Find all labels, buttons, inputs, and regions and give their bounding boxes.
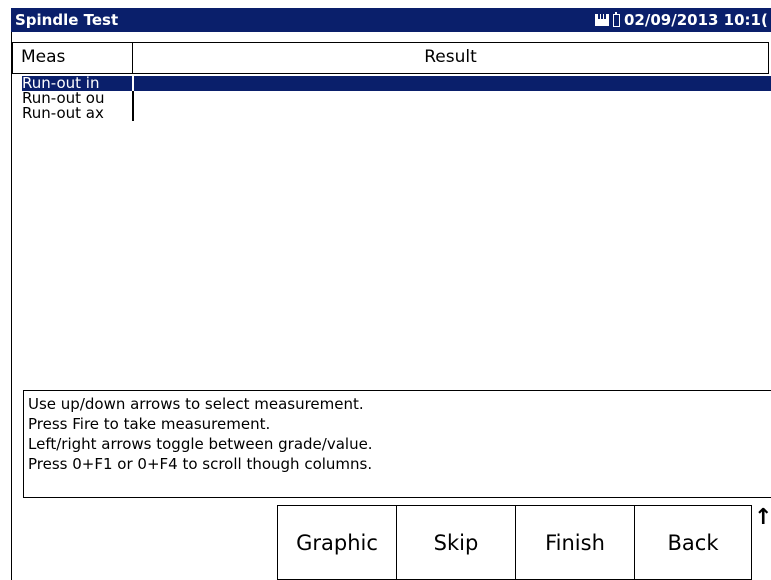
finish-button[interactable]: Finish <box>515 505 635 580</box>
column-separator <box>132 106 134 121</box>
help-line: Press 0+F1 or 0+F4 to scroll though colu… <box>28 455 373 473</box>
meas-cell: Run-out ou <box>22 91 105 106</box>
help-line: Left/right arrows toggle between grade/v… <box>28 435 373 453</box>
help-panel: Use up/down arrows to select measurement… <box>23 390 771 498</box>
back-button[interactable]: Back <box>634 505 752 580</box>
table-row[interactable]: Run-out ou <box>22 91 771 106</box>
window-title: Spindle Test <box>15 11 119 29</box>
table-header: Meas Result <box>12 42 769 74</box>
table-row[interactable]: Run-out ax <box>22 106 771 121</box>
meas-cell: Run-out in <box>22 76 100 91</box>
column-separator <box>132 91 134 106</box>
measurement-list: Run-out in Run-out ou Run-out ax <box>22 76 771 121</box>
help-line: Use up/down arrows to select measurement… <box>28 395 364 413</box>
column-header-result[interactable]: Result <box>133 43 768 73</box>
status-area: 02/09/2013 10:1( <box>595 11 768 29</box>
meas-cell: Run-out ax <box>22 106 104 121</box>
column-separator <box>132 76 134 91</box>
scroll-up-arrow-icon[interactable]: ↑ <box>754 505 771 530</box>
title-bar: Spindle Test 02/09/2013 10:1( <box>11 8 771 32</box>
help-line: Press Fire to take measurement. <box>28 415 271 433</box>
battery-icon <box>613 11 620 27</box>
graphic-button[interactable]: Graphic <box>277 505 397 580</box>
sd-card-icon <box>595 14 609 26</box>
table-row[interactable]: Run-out in <box>22 76 771 91</box>
datetime: 02/09/2013 10:1( <box>624 11 768 29</box>
column-header-meas[interactable]: Meas <box>13 43 133 73</box>
skip-button[interactable]: Skip <box>396 505 516 580</box>
